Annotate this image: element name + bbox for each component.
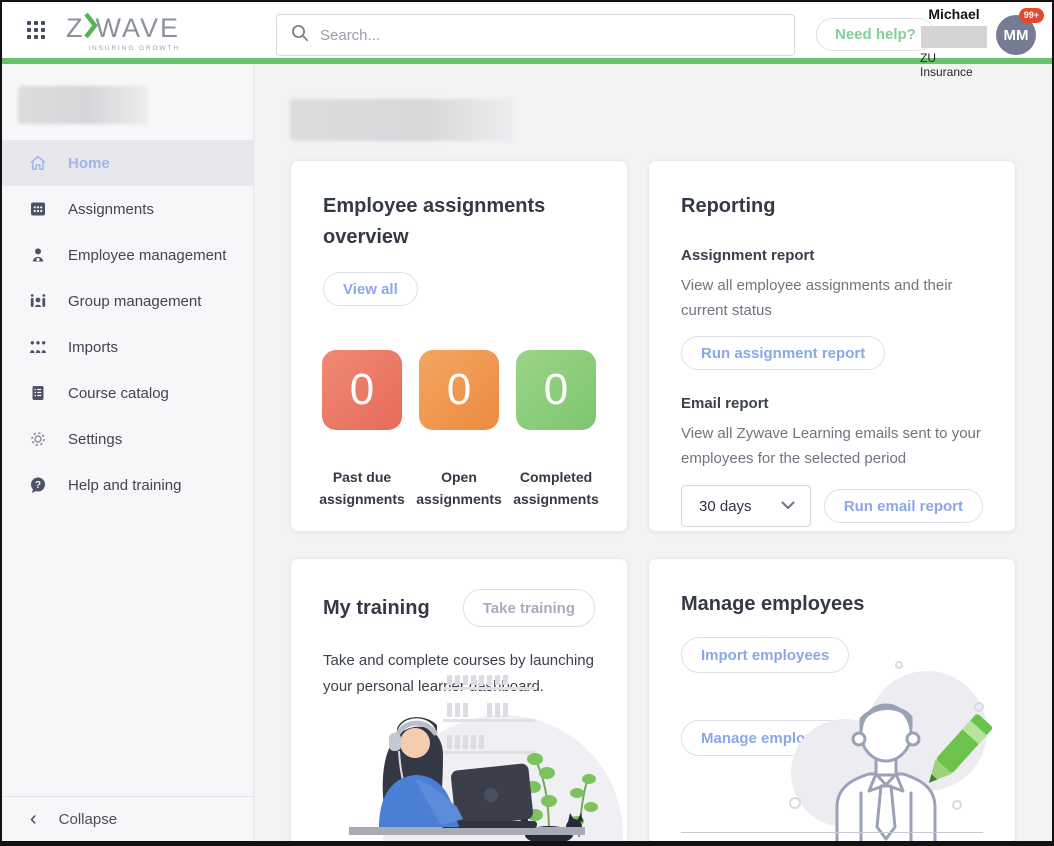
collapse-label: Collapse [59,811,117,828]
sidebar-item-label: Settings [68,431,122,448]
card-reporting: Reporting Assignment report View all emp… [648,160,1016,532]
sidebar-item-label: Imports [68,339,118,356]
sidebar-item-label: Group management [68,293,201,310]
user-info: Michael ZU Insurance [920,5,988,79]
card-my-training: My training Take training Take and compl… [290,558,628,841]
sidebar-item-label: Help and training [68,477,181,494]
assignments-icon [28,199,48,219]
email-period-select[interactable]: 30 days [681,485,811,527]
svg-text:?: ? [35,480,41,491]
imports-icon [28,337,48,357]
manage-employees-button[interactable]: Manage employees [681,720,859,756]
stat-value-open: 0 [419,350,499,430]
home-icon [28,153,48,173]
person-icon [28,245,48,265]
user-name: Michael [928,5,979,23]
stat-past-due: 0 Past due assignments [315,350,409,510]
organization-name: ZU Insurance [920,51,988,79]
email-report-description: View all Zywave Learning emails sent to … [681,421,983,471]
stat-completed: 0 Completed assignments [509,350,603,510]
stat-label: Open assignments [412,466,506,510]
email-report-heading: Email report [681,395,983,412]
assignment-report-description: View all employee assignments and their … [681,273,983,323]
search-input[interactable] [320,27,780,44]
selected-period: 30 days [699,498,752,515]
assignment-report-heading: Assignment report [681,247,983,264]
stat-label: Past due assignments [315,466,409,510]
user-avatar-wrap: MM 99+ [996,15,1036,55]
import-employees-button[interactable]: Import employees [681,637,849,673]
sidebar-item-assignments[interactable]: Assignments [2,186,253,232]
redacted-page-title [290,99,515,141]
app-grid-icon[interactable] [27,21,45,39]
sidebar-item-label: Assignments [68,201,154,218]
zywave-logo: Z WAVE INSURING GROWTH [66,12,180,52]
my-training-description: Take and complete courses by launching y… [323,648,595,700]
sidebar-item-group-management[interactable]: Group management [2,278,253,324]
card-employee-assignments-overview: Employee assignments overview View all 0… [290,160,628,532]
card-title: Manage employees [681,589,983,620]
sidebar-item-imports[interactable]: Imports [2,324,253,370]
card-manage-employees: Manage employees Import employees Manage… [648,558,1016,841]
view-all-button[interactable]: View all [323,272,418,306]
redacted-sidebar-header [18,86,148,124]
card-footer-divider [681,832,983,833]
sidebar-item-home[interactable]: Home [2,140,253,186]
sidebar-item-settings[interactable]: Settings [2,416,253,462]
sidebar-item-label: Home [68,155,110,172]
notification-badge: 99+ [1019,8,1044,23]
logo-tagline: INSURING GROWTH [88,45,180,52]
sidebar-collapse-button[interactable]: ‹ Collapse [2,796,253,841]
sidebar-item-help-and-training[interactable]: ? Help and training [2,462,253,508]
sidebar-item-employee-management[interactable]: Employee management [2,232,253,278]
main-content: Employee assignments overview View all 0… [254,64,1052,841]
sidebar-item-label: Course catalog [68,385,169,402]
need-help-button[interactable]: Need help? [816,18,935,51]
stat-open: 0 Open assignments [412,350,506,510]
sidebar-item-course-catalog[interactable]: Course catalog [2,370,253,416]
assignment-stats: 0 Past due assignments 0 Open assignment… [315,350,603,510]
card-title: My training [323,593,430,624]
gear-icon [28,429,48,449]
search-icon [291,24,309,47]
catalog-icon [28,383,48,403]
stat-value-completed: 0 [516,350,596,430]
logo-text-wave: WAVE [96,15,181,41]
chevron-left-icon: ‹ [30,809,37,829]
card-title: Employee assignments overview [323,191,595,253]
top-bar: Z WAVE INSURING GROWTH Need help? Michae… [2,2,1052,58]
run-email-report-button[interactable]: Run email report [824,489,983,523]
sidebar: Home Assignments Employee management [2,64,254,841]
card-title: Reporting [681,191,983,222]
stat-value-past-due: 0 [322,350,402,430]
sidebar-item-label: Employee management [68,247,226,264]
run-assignment-report-button[interactable]: Run assignment report [681,336,885,370]
group-icon [28,291,48,311]
global-search[interactable] [276,14,795,56]
help-icon: ? [28,475,48,495]
logo-text-z: Z [66,15,85,41]
take-training-button[interactable]: Take training [463,589,595,627]
chevron-down-icon [781,497,795,515]
sidebar-nav: Home Assignments Employee management [2,140,253,508]
app-window: Z WAVE INSURING GROWTH Need help? Michae… [0,0,1054,846]
stat-label: Completed assignments [509,466,603,510]
redacted-user-detail [921,26,987,48]
